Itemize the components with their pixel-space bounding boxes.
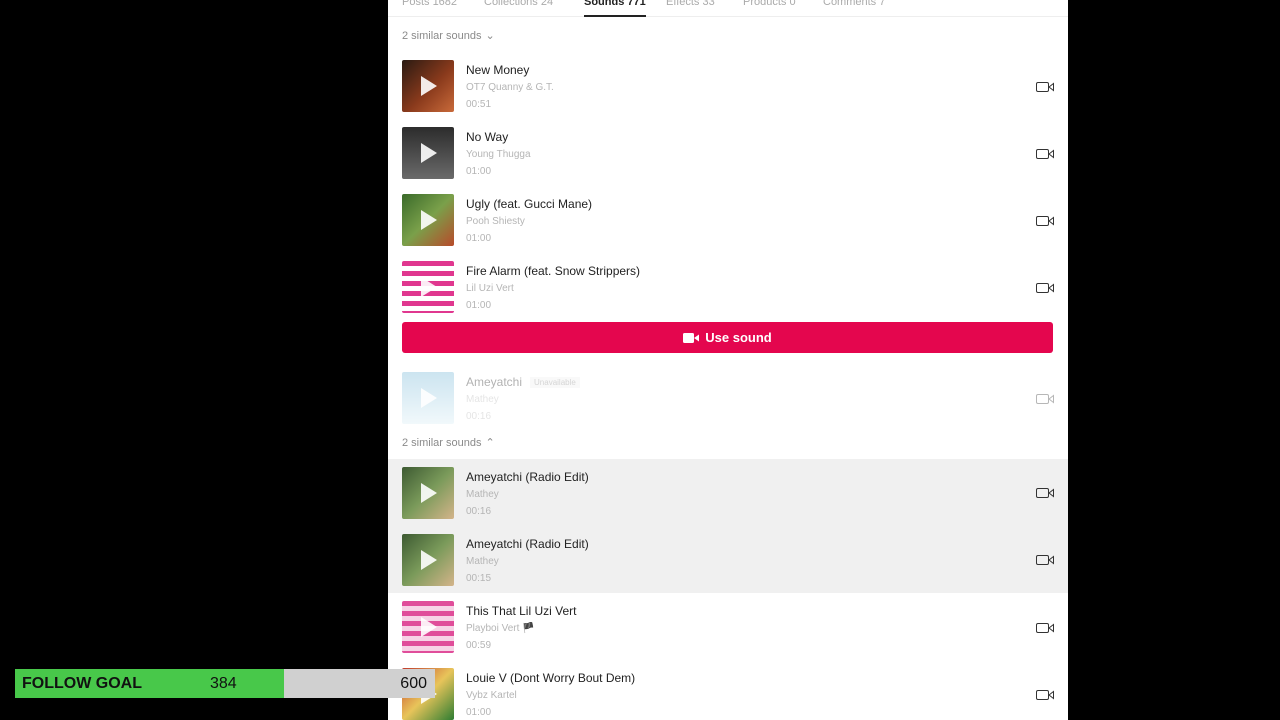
sound-title: Ugly (feat. Gucci Mane) bbox=[466, 197, 593, 211]
tab-comments[interactable]: Comments 7 bbox=[823, 0, 885, 8]
sound-title-text: Ameyatchi bbox=[466, 375, 523, 389]
album-thumbnail bbox=[402, 60, 454, 112]
profile-tabs: Posts 1682 Collections 24 Sounds 771 Eff… bbox=[388, 0, 1068, 17]
list-item[interactable]: Ameyatchi (Radio Edit) Mathey 00:16 bbox=[388, 459, 1068, 526]
video-camera-icon[interactable] bbox=[1036, 82, 1054, 92]
sound-artist: Playboi Vert 🏴 bbox=[466, 623, 535, 634]
list-item[interactable]: Louie V (Dont Worry Bout Dem) Vybz Karte… bbox=[388, 668, 1068, 720]
list-item[interactable]: No Way Young Thugga 01:00 bbox=[388, 127, 1068, 194]
sound-title: Louie V (Dont Worry Bout Dem) bbox=[466, 671, 636, 685]
video-camera-icon[interactable] bbox=[1036, 394, 1054, 404]
sound-duration: 00:51 bbox=[466, 99, 492, 110]
play-icon[interactable] bbox=[421, 617, 437, 637]
video-camera-icon[interactable] bbox=[1036, 623, 1054, 633]
sound-artist: Mathey bbox=[466, 489, 499, 500]
play-icon[interactable] bbox=[421, 277, 437, 297]
use-sound-label: Use sound bbox=[705, 330, 772, 345]
video-camera-icon[interactable] bbox=[1036, 555, 1054, 565]
album-thumbnail bbox=[402, 467, 454, 519]
sounds-panel: Posts 1682 Collections 24 Sounds 771 Eff… bbox=[388, 0, 1068, 720]
similar-sounds-toggle-mid[interactable]: 2 similar sounds ⌃ bbox=[402, 436, 495, 450]
tab-effects[interactable]: Effects 33 bbox=[666, 0, 715, 8]
follow-goal-bar: FOLLOW GOAL 384 600 bbox=[15, 669, 435, 698]
sound-duration: 00:59 bbox=[466, 640, 492, 651]
album-thumbnail bbox=[402, 261, 454, 313]
sound-artist: Pooh Shiesty bbox=[466, 216, 525, 227]
list-item[interactable]: New Money OT7 Quanny & G.T. 00:51 bbox=[388, 60, 1068, 127]
list-item[interactable]: Ameyatchi Unavailable Mathey 00:16 bbox=[388, 372, 1068, 439]
chevron-up-icon: ⌃ bbox=[485, 437, 495, 449]
tab-products[interactable]: Products 0 bbox=[743, 0, 796, 8]
tab-collections[interactable]: Collections 24 bbox=[484, 0, 553, 8]
sound-artist: Mathey bbox=[466, 394, 499, 405]
sound-artist: Vybz Kartel bbox=[466, 690, 517, 701]
video-camera-icon[interactable] bbox=[1036, 149, 1054, 159]
play-icon[interactable] bbox=[421, 210, 437, 230]
album-thumbnail bbox=[402, 601, 454, 653]
use-sound-button[interactable]: Use sound bbox=[402, 322, 1053, 353]
sound-duration: 00:16 bbox=[466, 506, 492, 517]
sound-duration: 01:00 bbox=[466, 233, 492, 244]
sound-duration: 01:00 bbox=[466, 300, 492, 311]
list-item[interactable]: Ugly (feat. Gucci Mane) Pooh Shiesty 01:… bbox=[388, 194, 1068, 261]
sound-artist: Lil Uzi Vert bbox=[466, 283, 514, 294]
similar-sounds-label: 2 similar sounds bbox=[402, 436, 482, 449]
sound-duration: 00:15 bbox=[466, 573, 492, 584]
chevron-down-icon: ⌄ bbox=[485, 30, 495, 42]
tab-posts[interactable]: Posts 1682 bbox=[402, 0, 457, 8]
album-thumbnail bbox=[402, 194, 454, 246]
follow-goal-label: FOLLOW GOAL bbox=[22, 675, 142, 692]
sound-title: New Money bbox=[466, 63, 530, 77]
follow-goal-target: 600 bbox=[400, 675, 427, 692]
video-camera-icon bbox=[683, 332, 700, 343]
sound-title: Ameyatchi (Radio Edit) bbox=[466, 470, 589, 484]
sound-artist: OT7 Quanny & G.T. bbox=[466, 82, 554, 93]
sound-title: No Way bbox=[466, 130, 509, 144]
tab-sounds[interactable]: Sounds 771 bbox=[584, 0, 646, 8]
play-icon[interactable] bbox=[421, 143, 437, 163]
video-camera-icon[interactable] bbox=[1036, 283, 1054, 293]
follow-goal-current: 384 bbox=[210, 675, 237, 692]
similar-sounds-label: 2 similar sounds bbox=[402, 29, 482, 42]
play-icon[interactable] bbox=[421, 550, 437, 570]
sound-duration: 01:00 bbox=[466, 707, 492, 718]
play-icon[interactable] bbox=[421, 388, 437, 408]
sound-duration: 01:00 bbox=[466, 166, 492, 177]
sound-title: Ameyatchi Unavailable bbox=[466, 375, 580, 389]
sound-artist: Young Thugga bbox=[466, 149, 531, 160]
sound-title: This That Lil Uzi Vert bbox=[466, 604, 577, 618]
play-icon[interactable] bbox=[421, 76, 437, 96]
sound-title: Ameyatchi (Radio Edit) bbox=[466, 537, 589, 551]
album-thumbnail bbox=[402, 372, 454, 424]
unavailable-badge: Unavailable bbox=[530, 377, 580, 389]
video-camera-icon[interactable] bbox=[1036, 488, 1054, 498]
list-item[interactable]: This That Lil Uzi Vert Playboi Vert 🏴 00… bbox=[388, 601, 1068, 668]
similar-sounds-toggle-top[interactable]: 2 similar sounds ⌄ bbox=[402, 29, 495, 43]
video-camera-icon[interactable] bbox=[1036, 690, 1054, 700]
sound-duration: 00:16 bbox=[466, 411, 492, 422]
album-thumbnail bbox=[402, 534, 454, 586]
album-thumbnail bbox=[402, 127, 454, 179]
list-item[interactable]: Ameyatchi (Radio Edit) Mathey 00:15 bbox=[388, 526, 1068, 593]
play-icon[interactable] bbox=[421, 483, 437, 503]
sound-title: Fire Alarm (feat. Snow Strippers) bbox=[466, 264, 641, 278]
sound-artist: Mathey bbox=[466, 556, 499, 567]
list-item[interactable]: Fire Alarm (feat. Snow Strippers) Lil Uz… bbox=[388, 261, 1068, 328]
tab-underline bbox=[584, 15, 646, 17]
video-camera-icon[interactable] bbox=[1036, 216, 1054, 226]
